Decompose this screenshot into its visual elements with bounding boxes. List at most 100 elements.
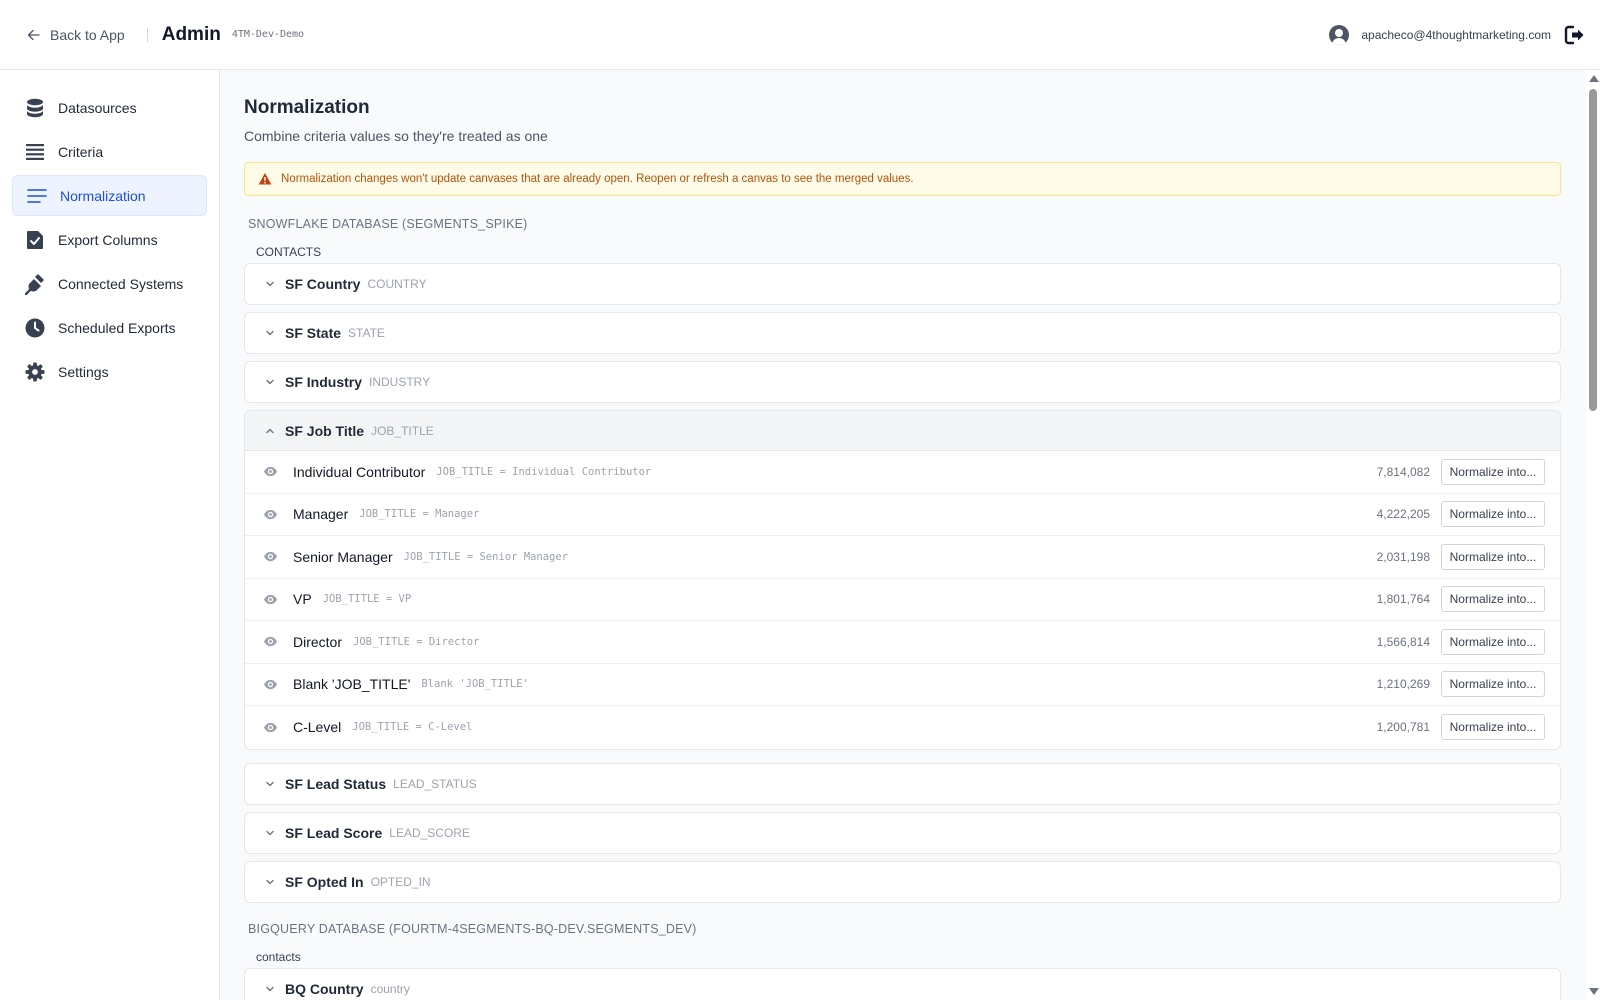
database-header-snowflake: SNOWFLAKE DATABASE (SEGMENTS_SPIKE)	[248, 217, 528, 231]
value-count: 1,566,814	[1376, 634, 1430, 649]
normalize-into-button[interactable]: Normalize into...	[1441, 458, 1545, 485]
eye-icon[interactable]	[263, 507, 278, 522]
criteria-column: LEAD_SCORE	[389, 826, 470, 840]
value-row: Manager JOB_TITLE = Manager 4,222,205 No…	[245, 494, 1560, 536]
page-heading-admin: Admin	[161, 23, 221, 45]
chevron-down-icon	[266, 281, 274, 287]
value-expression: JOB_TITLE = Senior Manager	[403, 550, 568, 563]
sidebar-item-scheduled-exports[interactable]: Scheduled Exports	[12, 307, 207, 348]
value-count: 4,222,205	[1376, 507, 1430, 522]
eye-icon[interactable]	[263, 720, 278, 735]
criteria-values-list: Individual Contributor JOB_TITLE = Indiv…	[245, 451, 1560, 749]
scrollbar-thumb[interactable]	[1589, 89, 1597, 411]
sidebar-item-settings[interactable]: Settings	[12, 351, 207, 392]
criteria-panel-header[interactable]: BQ Country country	[245, 969, 1560, 1000]
lines-icon	[27, 186, 47, 206]
value-count: 2,031,198	[1376, 549, 1430, 564]
value-count: 1,801,764	[1376, 592, 1430, 607]
warning-alert: Normalization changes won't update canva…	[244, 162, 1561, 196]
value-row: Individual Contributor JOB_TITLE = Indiv…	[245, 451, 1560, 494]
page-subtitle: Combine criteria values so they're treat…	[244, 128, 548, 144]
sidebar-item-label: Connected Systems	[58, 275, 184, 292]
criteria-column: STATE	[348, 326, 385, 340]
criteria-panel-header[interactable]: SF Lead Score LEAD_SCORE	[245, 813, 1560, 853]
sidebar-item-label: Export Columns	[58, 231, 158, 248]
back-to-app-label: Back to App	[50, 26, 125, 43]
criteria-column: INDUSTRY	[369, 375, 431, 389]
criteria-panel-header[interactable]: SF Job Title JOB_TITLE	[245, 411, 1560, 451]
value-row: Director JOB_TITLE = Director 1,566,814 …	[245, 621, 1560, 664]
eye-icon[interactable]	[263, 464, 278, 479]
list-icon	[25, 142, 45, 162]
criteria-title: SF Job Title	[285, 422, 365, 439]
criteria-title: SF Lead Status	[285, 776, 387, 792]
logout-icon[interactable]	[1563, 24, 1585, 46]
chevron-up-icon	[266, 428, 274, 433]
main-content: Normalization Combine criteria values so…	[220, 70, 1586, 1000]
user-avatar-icon[interactable]	[1329, 25, 1350, 45]
value-row: C-Level JOB_TITLE = C-Level 1,200,781 No…	[245, 706, 1560, 749]
sidebar-item-label: Datasources	[58, 99, 137, 116]
top-bar: Back to App Admin 4TM-Dev-Demo apacheco@…	[0, 0, 1600, 70]
normalize-into-button[interactable]: Normalize into...	[1441, 714, 1545, 741]
criteria-title: BQ Country	[285, 981, 364, 997]
criteria-panel-header[interactable]: SF Opted In OPTED_IN	[245, 862, 1560, 902]
arrow-left-icon	[27, 29, 40, 40]
sidebar: Datasources Criteria Normalization Expor…	[0, 70, 220, 1000]
value-label: Blank 'JOB_TITLE'	[293, 676, 411, 693]
value-row: Senior Manager JOB_TITLE = Senior Manage…	[245, 536, 1560, 579]
criteria-panel-sf-lead-score: SF Lead Score LEAD_SCORE	[244, 812, 1561, 854]
sidebar-item-connected-systems[interactable]: Connected Systems	[12, 263, 207, 304]
criteria-title: SF Lead Score	[285, 825, 383, 841]
chevron-down-icon	[266, 986, 274, 992]
eye-icon[interactable]	[263, 634, 278, 649]
sidebar-item-datasources[interactable]: Datasources	[12, 87, 207, 128]
value-expression: JOB_TITLE = C-Level	[352, 721, 473, 734]
sidebar-item-label: Criteria	[58, 143, 104, 160]
page-title: Normalization	[244, 97, 370, 118]
value-expression: JOB_TITLE = VP	[322, 593, 412, 606]
eye-icon[interactable]	[263, 549, 278, 564]
scroll-up-arrow-icon[interactable]	[1589, 75, 1599, 82]
eye-icon[interactable]	[263, 592, 278, 607]
checkbox-icon	[25, 230, 45, 250]
criteria-panel-sf-industry: SF Industry INDUSTRY	[244, 361, 1561, 403]
value-expression: Blank 'JOB_TITLE'	[421, 678, 529, 691]
normalize-into-button[interactable]: Normalize into...	[1441, 628, 1545, 655]
criteria-title: SF Opted In	[285, 874, 364, 890]
chevron-down-icon	[266, 330, 274, 336]
sidebar-item-export-columns[interactable]: Export Columns	[12, 219, 207, 260]
normalize-into-button[interactable]: Normalize into...	[1441, 586, 1545, 613]
criteria-panel-sf-lead-status: SF Lead Status LEAD_STATUS	[244, 763, 1561, 805]
value-label: VP	[293, 591, 312, 608]
value-label: Senior Manager	[293, 548, 393, 565]
scroll-down-arrow-icon[interactable]	[1589, 988, 1599, 995]
criteria-column: country	[370, 982, 410, 996]
back-to-app-link[interactable]: Back to App	[27, 27, 125, 43]
vertical-scrollbar[interactable]	[1586, 70, 1600, 1000]
value-expression: JOB_TITLE = Director	[353, 635, 480, 648]
value-count: 1,210,269	[1376, 677, 1430, 692]
eye-icon[interactable]	[263, 677, 278, 692]
table-name-contacts: CONTACTS	[256, 245, 322, 259]
sidebar-item-normalization[interactable]: Normalization	[12, 175, 207, 216]
table-name-contacts-bq: contacts	[256, 950, 301, 964]
user-email: apacheco@4thoughtmarketing.com	[1361, 28, 1551, 42]
normalize-into-button[interactable]: Normalize into...	[1441, 543, 1545, 570]
value-count: 7,814,082	[1376, 464, 1430, 479]
normalize-into-button[interactable]: Normalize into...	[1441, 501, 1545, 528]
normalize-into-button[interactable]: Normalize into...	[1441, 671, 1545, 698]
database-header-bigquery: BIGQUERY DATABASE (FOURTM-4SEGMENTS-BQ-D…	[248, 922, 697, 936]
criteria-panel-header[interactable]: SF Country COUNTRY	[245, 264, 1560, 304]
criteria-panel-sf-opted-in: SF Opted In OPTED_IN	[244, 861, 1561, 903]
chevron-down-icon	[266, 379, 274, 385]
criteria-column: COUNTRY	[367, 277, 427, 291]
sidebar-item-criteria[interactable]: Criteria	[12, 131, 207, 172]
sidebar-item-label: Scheduled Exports	[58, 319, 176, 336]
criteria-column: JOB_TITLE	[371, 423, 434, 438]
user-menu: apacheco@4thoughtmarketing.com	[1329, 0, 1600, 70]
header-divider	[146, 27, 148, 42]
criteria-panel-header[interactable]: SF Industry INDUSTRY	[245, 362, 1560, 402]
criteria-panel-header[interactable]: SF State STATE	[245, 313, 1560, 353]
criteria-panel-header[interactable]: SF Lead Status LEAD_STATUS	[245, 764, 1560, 804]
